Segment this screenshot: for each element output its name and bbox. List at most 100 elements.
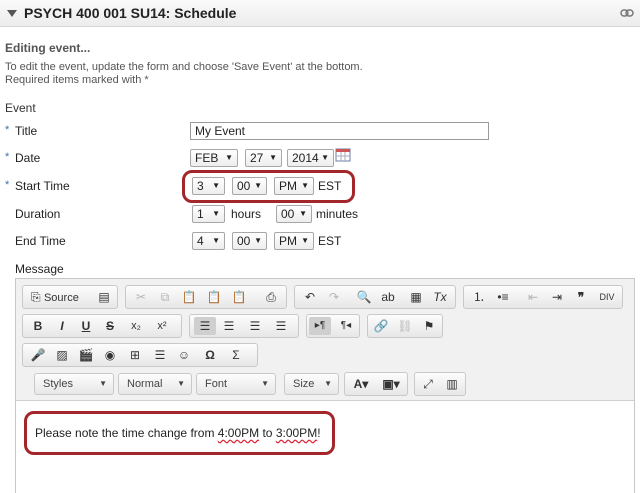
movie-icon[interactable]: 🎬 bbox=[75, 346, 97, 364]
source-label: Source bbox=[43, 292, 79, 304]
align-right-icon[interactable]: ☰ bbox=[244, 317, 266, 335]
instructions: To edit the event, update the form and c… bbox=[5, 61, 363, 87]
justify-icon[interactable]: ☰ bbox=[270, 317, 292, 335]
toolbar-group-lists: ⒈ •≡ ⇤ ⇥ ❞ DIV bbox=[463, 285, 623, 309]
maximize-icon[interactable]: ⤢ bbox=[417, 375, 439, 393]
link-icon[interactable]: 🔗 bbox=[370, 317, 392, 335]
duration-minutes-select[interactable]: 00 ▼ bbox=[276, 205, 312, 223]
strikethrough-icon[interactable]: S bbox=[99, 317, 121, 335]
font-label: Font bbox=[205, 378, 228, 390]
date-month-select[interactable]: FEB ▼ bbox=[190, 149, 238, 167]
toolbar-group-bidi: ▸¶ ¶◂ bbox=[306, 314, 360, 338]
math-formula-icon[interactable]: Σ bbox=[225, 346, 247, 364]
end-hour-value: 4 bbox=[197, 234, 204, 248]
text-direction-rtl-icon[interactable]: ¶◂ bbox=[335, 317, 357, 335]
dropdown-arrow-icon: ▼ bbox=[299, 209, 307, 218]
cut-icon[interactable]: ✂ bbox=[130, 288, 152, 306]
background-color-icon[interactable]: ▣▾ bbox=[377, 375, 405, 393]
align-center-icon[interactable]: ☰ bbox=[218, 317, 240, 335]
paste-word-icon[interactable]: 📋 bbox=[228, 288, 250, 306]
text-direction-ltr-icon[interactable]: ▸¶ bbox=[309, 317, 331, 335]
date-year-select[interactable]: 2014 ▼ bbox=[287, 149, 334, 167]
copy-icon[interactable]: ⧉ bbox=[154, 288, 176, 306]
audio-recorder-icon[interactable]: 🎤 bbox=[27, 346, 49, 364]
unlink-icon[interactable]: ⛓ bbox=[394, 317, 416, 335]
duration-minutes-value: 00 bbox=[281, 207, 295, 221]
hours-label: hours bbox=[231, 207, 262, 221]
styles-dropdown[interactable]: Styles ▼ bbox=[34, 373, 114, 395]
message-label: Message bbox=[15, 262, 64, 276]
dropdown-arrow-icon: ▼ bbox=[269, 153, 277, 162]
anchor-flag-icon[interactable]: ⚑ bbox=[418, 317, 440, 335]
outdent-icon[interactable]: ⇤ bbox=[522, 288, 544, 306]
italic-icon[interactable]: I bbox=[51, 317, 73, 335]
minutes-label: minutes bbox=[316, 207, 359, 221]
numbered-list-icon[interactable]: ⒈ bbox=[468, 288, 490, 306]
duration-hours-select[interactable]: 1 ▼ bbox=[192, 205, 225, 223]
end-minute-select[interactable]: 00 ▼ bbox=[232, 232, 267, 250]
toolbar-group-links: 🔗 ⛓ ⚑ bbox=[367, 314, 443, 338]
flash-icon[interactable]: ◉ bbox=[99, 346, 121, 364]
paste-text-icon[interactable]: 📋 bbox=[203, 288, 225, 306]
font-dropdown[interactable]: Font ▼ bbox=[196, 373, 276, 395]
div-container-icon[interactable]: DIV bbox=[596, 288, 618, 306]
date-day-value: 27 bbox=[250, 151, 264, 165]
text-color-icon[interactable]: A▾ bbox=[347, 375, 375, 393]
table-icon[interactable]: ⊞ bbox=[124, 346, 146, 364]
select-all-icon[interactable]: ▦ bbox=[405, 288, 427, 306]
print-icon[interactable]: ⎙ bbox=[260, 288, 282, 306]
toolbar-group-colors: A▾ ▣▾ bbox=[344, 372, 408, 396]
dropdown-arrow-icon: ▼ bbox=[212, 236, 220, 245]
dropdown-arrow-icon: ▼ bbox=[177, 379, 185, 388]
toolbar-group-align: ☰ ☰ ☰ ☰ bbox=[189, 314, 299, 338]
subscript-icon[interactable]: x₂ bbox=[125, 317, 147, 335]
toolbar-group-tools: ⤢ ▥ bbox=[414, 372, 466, 396]
smiley-icon[interactable]: ☺ bbox=[173, 346, 195, 364]
paste-icon[interactable]: 📋 bbox=[178, 288, 200, 306]
toolbar-group-document: ⎘ Source ▤ bbox=[22, 285, 118, 309]
bold-icon[interactable]: B bbox=[27, 317, 49, 335]
source-icon: ⎘ bbox=[31, 290, 41, 304]
end-timezone: EST bbox=[318, 234, 342, 248]
blockquote-icon[interactable]: ❞ bbox=[570, 288, 592, 306]
dropdown-arrow-icon: ▼ bbox=[212, 209, 220, 218]
size-dropdown[interactable]: Size ▼ bbox=[284, 373, 339, 395]
format-dropdown[interactable]: Normal ▼ bbox=[118, 373, 192, 395]
duration-hours-value: 1 bbox=[197, 207, 204, 221]
dropdown-arrow-icon: ▼ bbox=[254, 236, 262, 245]
link-icon[interactable] bbox=[620, 8, 634, 18]
special-character-icon[interactable]: Ω bbox=[199, 346, 221, 364]
date-year-value: 2014 bbox=[292, 151, 319, 165]
align-left-icon[interactable]: ☰ bbox=[194, 317, 216, 335]
title-input[interactable] bbox=[190, 122, 489, 140]
superscript-icon[interactable]: x² bbox=[151, 317, 173, 335]
dropdown-arrow-icon: ▼ bbox=[321, 153, 329, 162]
horizontal-line-icon[interactable]: ☰ bbox=[149, 346, 171, 364]
document-icon[interactable]: ▤ bbox=[93, 288, 115, 306]
calendar-icon[interactable] bbox=[335, 148, 351, 162]
replace-icon[interactable]: ab bbox=[377, 288, 399, 306]
undo-icon[interactable]: ↶ bbox=[299, 288, 321, 306]
tool-header: PSYCH 400 001 SU14: Schedule bbox=[0, 0, 640, 27]
dropdown-arrow-icon: ▼ bbox=[261, 379, 269, 388]
remove-format-icon[interactable]: Tx bbox=[429, 288, 451, 306]
bullet-list-icon[interactable]: •≡ bbox=[492, 288, 514, 306]
indent-icon[interactable]: ⇥ bbox=[546, 288, 568, 306]
find-icon[interactable]: 🔍 bbox=[353, 288, 375, 306]
date-day-select[interactable]: 27 ▼ bbox=[245, 149, 282, 167]
date-month-value: FEB bbox=[195, 151, 219, 165]
image-icon[interactable]: ▨ bbox=[51, 346, 73, 364]
end-hour-select[interactable]: 4 ▼ bbox=[192, 232, 225, 250]
format-label: Normal bbox=[127, 378, 163, 390]
redo-icon[interactable]: ↷ bbox=[323, 288, 345, 306]
end-ampm-select[interactable]: PM ▼ bbox=[274, 232, 314, 250]
show-blocks-icon[interactable]: ▥ bbox=[441, 375, 463, 393]
instructions-line-1: To edit the event, update the form and c… bbox=[5, 61, 363, 73]
collapse-triangle-icon[interactable] bbox=[6, 7, 18, 19]
source-button[interactable]: ⎘ Source bbox=[27, 288, 89, 306]
dropdown-arrow-icon: ▼ bbox=[225, 153, 233, 162]
underline-icon[interactable]: U bbox=[75, 317, 97, 335]
dropdown-arrow-icon: ▼ bbox=[99, 379, 107, 388]
toolbar-group-basicstyles: B I U S x₂ x² bbox=[22, 314, 182, 338]
section-label: Event bbox=[5, 101, 36, 115]
